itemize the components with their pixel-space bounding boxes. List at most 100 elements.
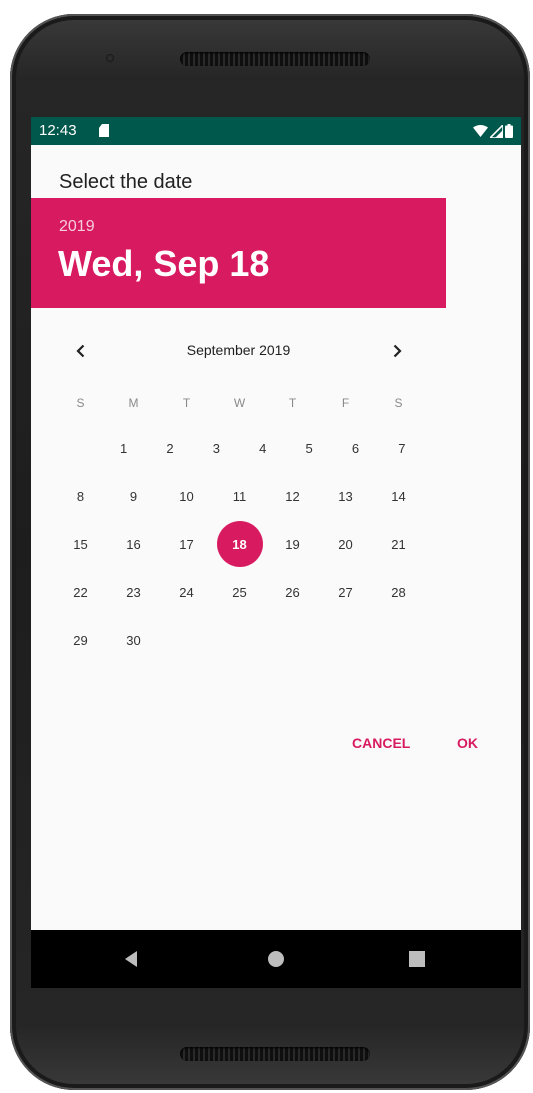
- day-cell[interactable]: 24: [160, 568, 213, 616]
- screen: 12:43 Select the date 2019 Wed, Sep 18 S…: [31, 117, 521, 988]
- next-month-button[interactable]: [382, 336, 412, 366]
- navigation-bar: [31, 930, 521, 988]
- home-button[interactable]: [251, 930, 301, 988]
- cancel-button[interactable]: CANCEL: [352, 735, 410, 751]
- header-year[interactable]: 2019: [59, 218, 95, 236]
- wifi-icon: [473, 124, 488, 137]
- empty-day-cell: [266, 616, 319, 664]
- day-cell[interactable]: 7: [379, 424, 425, 472]
- day-cell[interactable]: 23: [107, 568, 160, 616]
- day-cell[interactable]: 5: [286, 424, 332, 472]
- day-cell[interactable]: 9: [107, 472, 160, 520]
- day-number: 15: [73, 536, 88, 552]
- day-cell[interactable]: 12: [266, 472, 319, 520]
- day-number: 7: [398, 440, 406, 456]
- calendar-grid: 1 2 3 4 5 6 7 8 9 10 11 12 13 14 15 16 17 18 19 20 21 22 23 24 2…: [54, 424, 425, 664]
- back-button[interactable]: [106, 930, 156, 988]
- day-cell[interactable]: 29: [54, 616, 107, 664]
- empty-day-cell: [319, 616, 372, 664]
- day-number: 30: [126, 632, 141, 648]
- day-number: 6: [351, 440, 360, 456]
- day-number: 19: [285, 536, 300, 552]
- calendar-navigation: September 2019: [31, 336, 446, 366]
- day-number: 12: [285, 488, 300, 504]
- empty-day-cell: [54, 424, 100, 472]
- day-number: 27: [338, 584, 353, 600]
- day-cell[interactable]: 19: [266, 520, 319, 568]
- day-number: 23: [126, 584, 141, 600]
- empty-day-cell: [160, 616, 213, 664]
- day-cell[interactable]: 30: [107, 616, 160, 664]
- day-cell[interactable]: 1: [100, 424, 146, 472]
- chevron-right-icon: [393, 344, 402, 358]
- day-cell[interactable]: 28: [372, 568, 425, 616]
- header-selected-date[interactable]: Wed, Sep 18: [58, 243, 269, 285]
- day-number: 13: [338, 488, 353, 504]
- earpiece-speaker: [180, 52, 370, 66]
- day-cell[interactable]: 27: [319, 568, 372, 616]
- day-number: 22: [73, 584, 88, 600]
- sd-card-icon: [99, 124, 109, 137]
- front-camera: [106, 54, 114, 62]
- calendar-week: 22 23 24 25 26 27 28: [54, 568, 425, 616]
- back-icon: [125, 951, 137, 967]
- weekday-label: T: [288, 396, 297, 410]
- day-cell[interactable]: 13: [319, 472, 372, 520]
- weekday-label: T: [182, 396, 191, 410]
- selected-day-cell[interactable]: 18: [213, 520, 266, 568]
- day-cell[interactable]: 2: [147, 424, 193, 472]
- day-cell[interactable]: 17: [160, 520, 213, 568]
- calendar-week: 15 16 17 18 19 20 21: [54, 520, 425, 568]
- day-number: 4: [259, 440, 267, 456]
- status-icons: [473, 123, 513, 139]
- bottom-speaker: [180, 1047, 370, 1061]
- day-cell[interactable]: 3: [193, 424, 239, 472]
- day-number: 1: [119, 440, 128, 456]
- day-number: 18: [232, 536, 247, 552]
- day-cell[interactable]: 15: [54, 520, 107, 568]
- day-number: 21: [391, 536, 406, 552]
- weekday-label: W: [233, 396, 246, 410]
- recents-icon: [409, 951, 425, 967]
- day-number: 8: [76, 488, 85, 504]
- day-cell[interactable]: 10: [160, 472, 213, 520]
- day-number: 17: [179, 536, 194, 552]
- empty-day-cell: [372, 616, 425, 664]
- day-number: 9: [129, 488, 138, 504]
- calendar-week: 8 9 10 11 12 13 14: [54, 472, 425, 520]
- day-number: 3: [212, 440, 220, 456]
- day-number: 14: [391, 488, 406, 504]
- day-number: 11: [232, 488, 247, 504]
- empty-day-cell: [213, 616, 266, 664]
- day-number: 28: [391, 584, 406, 600]
- day-cell[interactable]: 26: [266, 568, 319, 616]
- day-cell[interactable]: 4: [240, 424, 286, 472]
- battery-icon: [505, 124, 513, 138]
- recents-button[interactable]: [392, 930, 442, 988]
- date-header: 2019 Wed, Sep 18: [31, 198, 446, 308]
- day-number: 29: [73, 632, 88, 648]
- calendar-week: 29 30: [54, 616, 425, 664]
- day-number: 10: [179, 488, 194, 504]
- weekday-label: F: [341, 396, 350, 410]
- day-cell[interactable]: 6: [332, 424, 378, 472]
- calendar-week: 1 2 3 4 5 6 7: [54, 424, 425, 472]
- dialog-title: Select the date: [59, 171, 193, 193]
- weekday-label: M: [128, 396, 139, 410]
- day-cell[interactable]: 16: [107, 520, 160, 568]
- day-cell[interactable]: 8: [54, 472, 107, 520]
- day-cell[interactable]: 11: [213, 472, 266, 520]
- day-number: 2: [166, 440, 174, 456]
- day-cell[interactable]: 21: [372, 520, 425, 568]
- day-number: 16: [126, 536, 141, 552]
- ok-button[interactable]: OK: [457, 735, 478, 751]
- day-cell[interactable]: 22: [54, 568, 107, 616]
- day-cell[interactable]: 20: [319, 520, 372, 568]
- day-cell[interactable]: 25: [213, 568, 266, 616]
- status-bar: 12:43: [31, 117, 521, 145]
- day-number: 5: [305, 440, 313, 456]
- signal-icon: [490, 124, 503, 138]
- weekday-header: S M T W T F S: [54, 396, 425, 410]
- day-cell[interactable]: 14: [372, 472, 425, 520]
- day-number: 25: [232, 584, 247, 600]
